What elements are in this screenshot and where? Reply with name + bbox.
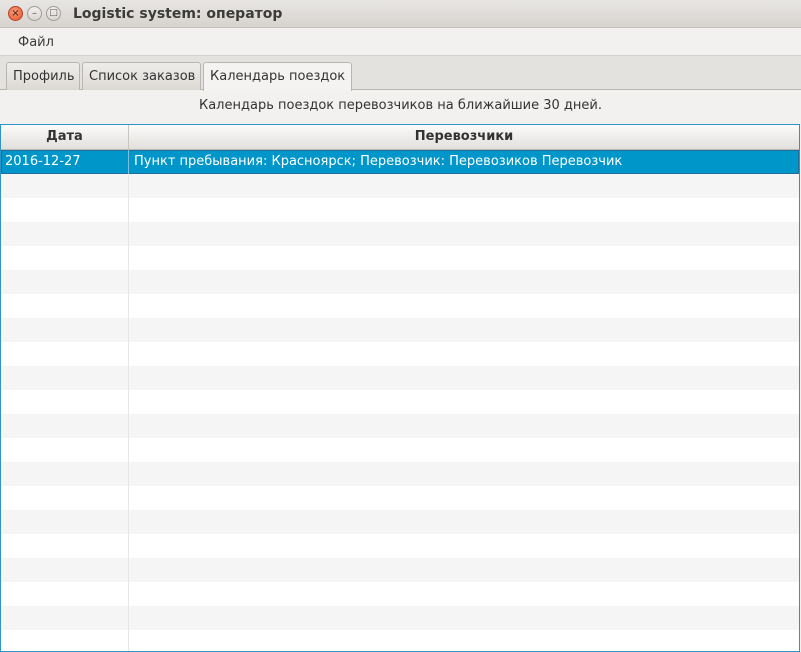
table-row[interactable] — [1, 510, 799, 534]
cell-date — [1, 582, 129, 606]
cell-date — [1, 414, 129, 438]
table-row[interactable] — [1, 462, 799, 486]
table-row[interactable] — [1, 318, 799, 342]
table-row[interactable] — [1, 222, 799, 246]
cell-date — [1, 174, 129, 198]
tab-trip-calendar[interactable]: Календарь поездок — [203, 62, 352, 91]
table-row[interactable] — [1, 390, 799, 414]
cell-carriers — [129, 294, 799, 318]
table-row[interactable] — [1, 606, 799, 630]
cell-carriers — [129, 270, 799, 294]
cell-carriers — [129, 390, 799, 414]
cell-carriers — [129, 486, 799, 510]
cell-date — [1, 486, 129, 510]
cell-date — [1, 630, 129, 651]
tab-profile[interactable]: Профиль — [6, 62, 80, 90]
calendar-caption: Календарь поездок перевозчиков на ближай… — [198, 98, 602, 113]
table-row[interactable] — [1, 174, 799, 198]
cell-carriers — [129, 438, 799, 462]
cell-date — [1, 246, 129, 270]
cell-carriers — [129, 366, 799, 390]
cell-carriers — [129, 606, 799, 630]
table-header: Дата Перевозчики — [1, 125, 799, 150]
cell-carriers — [129, 318, 799, 342]
table-row[interactable]: 2016-12-27 Пункт пребывания: Красноярск; … — [1, 150, 799, 174]
cell-date — [1, 390, 129, 414]
window-title: Logistic system: оператор — [73, 6, 283, 22]
menu-bar: Файл — [0, 28, 801, 56]
table-row[interactable] — [1, 486, 799, 510]
title-bar: × – □ Logistic system: оператор — [0, 0, 801, 28]
table-row[interactable] — [1, 198, 799, 222]
table-row[interactable] — [1, 342, 799, 366]
maximize-window-icon[interactable]: □ — [46, 6, 61, 21]
cell-carriers — [129, 558, 799, 582]
column-header-carriers[interactable]: Перевозчики — [129, 125, 799, 149]
cell-date — [1, 222, 129, 246]
table-body: 2016-12-27 Пункт пребывания: Красноярск; … — [1, 150, 799, 651]
cell-date — [1, 558, 129, 582]
tab-orders-list[interactable]: Список заказов — [82, 62, 201, 90]
cell-date — [1, 606, 129, 630]
cell-date — [1, 534, 129, 558]
cell-carriers: Пункт пребывания: Красноярск; Перевозчик… — [134, 154, 623, 169]
cell-date — [1, 366, 129, 390]
cell-date — [1, 342, 129, 366]
table-row[interactable] — [1, 366, 799, 390]
cell-carriers — [129, 414, 799, 438]
table-row[interactable] — [1, 438, 799, 462]
cell-date — [1, 294, 129, 318]
table-row[interactable] — [1, 414, 799, 438]
cell-carriers — [129, 342, 799, 366]
table-row[interactable] — [1, 582, 799, 606]
cell-date — [1, 198, 129, 222]
cell-carriers — [129, 174, 799, 198]
column-header-date[interactable]: Дата — [1, 125, 129, 149]
table-row[interactable] — [1, 630, 799, 651]
cell-carriers — [129, 222, 799, 246]
cell-date — [1, 462, 129, 486]
menu-file[interactable]: Файл — [18, 35, 54, 50]
cell-date — [1, 510, 129, 534]
tab-bar: Профиль Список заказов Календарь поездок — [0, 56, 801, 91]
cell-date — [1, 318, 129, 342]
cell-carriers — [129, 510, 799, 534]
cell-carriers — [129, 198, 799, 222]
cell-date — [1, 438, 129, 462]
close-window-icon[interactable]: × — [8, 6, 23, 21]
cell-date: 2016-12-27 — [1, 150, 129, 174]
table-row[interactable] — [1, 534, 799, 558]
trip-calendar-table[interactable]: Дата Перевозчики 2016-12-27 Пункт пребыва… — [0, 124, 800, 652]
cell-carriers — [129, 582, 799, 606]
cell-carriers — [129, 246, 799, 270]
cell-carriers — [129, 462, 799, 486]
table-row[interactable] — [1, 294, 799, 318]
cell-carriers — [129, 630, 799, 651]
cell-carriers — [129, 534, 799, 558]
table-row[interactable] — [1, 558, 799, 582]
table-row[interactable] — [1, 246, 799, 270]
cell-date — [1, 270, 129, 294]
table-row[interactable] — [1, 270, 799, 294]
minimize-window-icon[interactable]: – — [27, 6, 42, 21]
